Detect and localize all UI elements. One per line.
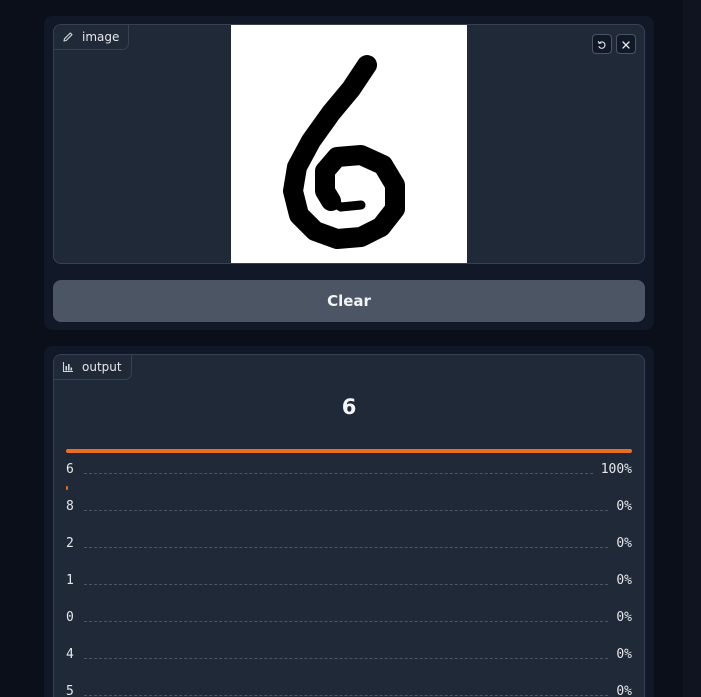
digit-drawing (283, 55, 405, 249)
confidence-bar (66, 486, 68, 490)
output-label: output (82, 360, 122, 374)
output-panel: output 6 6 100% 8 0% 2 0% 1 0% 0 0% 4 0%… (44, 346, 654, 697)
confidence-bar (66, 449, 632, 453)
pencil-icon (62, 31, 74, 43)
class-label: 6 (66, 462, 74, 477)
image-input-panel: image Clear (44, 16, 654, 330)
output-label-chip: output (54, 355, 132, 380)
close-button[interactable] (616, 34, 636, 54)
class-percent: 0% (616, 610, 632, 625)
undo-icon (597, 35, 607, 54)
clear-button[interactable]: Clear (53, 280, 645, 322)
class-percent: 100% (600, 462, 632, 477)
class-percent: 0% (616, 499, 632, 514)
confidence-row: 2 0% (66, 523, 632, 560)
sketch-canvas[interactable] (231, 25, 467, 263)
confidence-row: 5 0% (66, 671, 632, 697)
scroll-gutter (683, 0, 701, 697)
class-label: 1 (66, 573, 74, 588)
class-label: 4 (66, 647, 74, 662)
image-label: image (82, 30, 120, 44)
undo-button[interactable] (592, 34, 612, 54)
class-percent: 0% (616, 684, 632, 697)
class-label: 5 (66, 684, 74, 697)
confidence-row: 8 0% (66, 486, 632, 523)
class-percent: 0% (616, 573, 632, 588)
app-page: image Clear output 6 6 100% 8 0% 2 0% 1 … (0, 0, 701, 697)
class-label: 8 (66, 499, 74, 514)
image-label-chip: image (54, 25, 130, 50)
class-label: 2 (66, 536, 74, 551)
bar-chart-icon (62, 361, 74, 373)
label-output: output 6 6 100% 8 0% 2 0% 1 0% 0 0% 4 0%… (53, 354, 645, 697)
confidence-row: 6 100% (66, 449, 632, 486)
confidence-list: 6 100% 8 0% 2 0% 1 0% 0 0% 4 0% 5 0% (66, 449, 632, 697)
close-icon (621, 35, 631, 54)
class-percent: 0% (616, 647, 632, 662)
confidence-row: 0 0% (66, 597, 632, 634)
confidence-row: 1 0% (66, 560, 632, 597)
predicted-label: 6 (341, 395, 357, 419)
confidence-row: 4 0% (66, 634, 632, 671)
class-percent: 0% (616, 536, 632, 551)
class-label: 0 (66, 610, 74, 625)
image-editor: image (53, 24, 645, 264)
